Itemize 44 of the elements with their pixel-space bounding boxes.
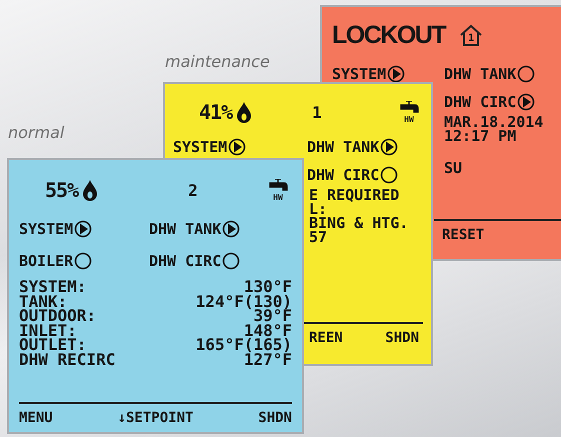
pump-label: DHW TANK <box>444 65 516 83</box>
pump-label: DHW TANK <box>307 138 380 156</box>
reading-label: OUTLET: <box>19 338 86 352</box>
pump-label: DHW CIRC <box>307 166 380 184</box>
pump-label: SYSTEM <box>19 220 74 238</box>
firing-rate: 55% <box>45 178 78 202</box>
status-text: 12:17 PM <box>444 129 516 143</box>
firing-rate: 41% <box>199 100 232 124</box>
status-text: MAR.18.2014 <box>444 115 544 129</box>
status-text: 57 <box>309 230 328 244</box>
soft-key-label[interactable]: SHDN <box>258 410 292 426</box>
screen-title: LOCKOUT <box>332 20 446 50</box>
soft-key-label[interactable]: SHDN <box>385 330 419 346</box>
reading-label: TANK: <box>19 294 68 309</box>
reading-value: 130°F <box>244 280 292 294</box>
pump-label: SYSTEM <box>332 65 386 83</box>
reading-label: DHW RECIRC <box>19 352 116 367</box>
status-text: BING & HTG. <box>309 216 410 230</box>
reading-value: 39°F <box>253 309 292 324</box>
reading-label: OUTDOOR: <box>19 309 96 324</box>
pump-label: BOILER <box>19 252 74 270</box>
reading-value: 165°F(165) <box>196 338 292 352</box>
soft-key-label[interactable]: MENU <box>19 410 53 426</box>
soft-key-label[interactable]: ↓SETPOINT <box>118 410 194 426</box>
pump-label: SYSTEM <box>173 138 228 156</box>
pump-label: DHW TANK <box>149 220 222 238</box>
pump-label: DHW CIRC <box>149 252 222 270</box>
screen-caption: normal <box>8 123 64 142</box>
screen-caption: maintenance <box>165 52 270 71</box>
pump-label: DHW CIRC <box>444 93 516 111</box>
zone-number: 2 <box>188 180 199 200</box>
reading-value: 124°F(130) <box>196 294 292 309</box>
reading-label: INLET: <box>19 324 77 338</box>
status-text: L: <box>309 202 328 216</box>
status-text: SU <box>444 161 464 175</box>
soft-key-label[interactable]: RESET <box>442 227 484 243</box>
status-text: E REQUIRED <box>309 188 400 202</box>
reading-value: 148°F <box>244 324 292 338</box>
soft-key-label[interactable]: REEN <box>309 330 343 346</box>
flame-icon <box>82 179 98 201</box>
reading-value: 127°F <box>244 352 292 367</box>
zone-number: 1 <box>312 102 323 122</box>
reading-label: SYSTEM: <box>19 280 86 294</box>
flame-icon <box>236 101 252 123</box>
